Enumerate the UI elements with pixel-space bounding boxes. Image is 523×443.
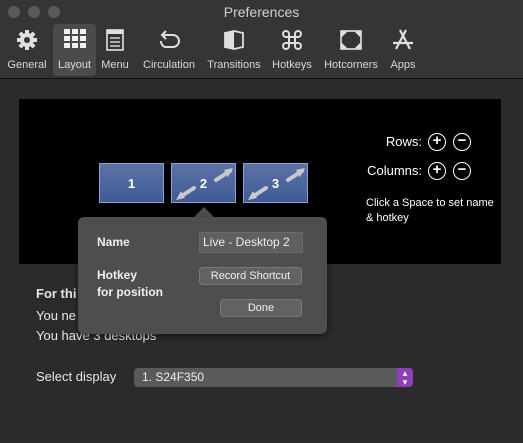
space-number: 3 — [271, 175, 280, 191]
space-tile-2[interactable]: 2 — [171, 163, 236, 203]
info-heading: For thi — [36, 286, 77, 301]
rows-label: Rows: — [385, 134, 422, 149]
toolbar-label: Apps — [390, 59, 416, 71]
space-name-field[interactable]: Live - Desktop 2 — [199, 232, 303, 253]
name-label: Name — [97, 235, 130, 249]
preferences-toolbar: General Layout Menu Circulation Transiti… — [0, 24, 523, 78]
toolbar-menu[interactable]: Menu — [98, 24, 132, 76]
space-tile-3[interactable]: 3 — [243, 163, 308, 203]
toolbar-label: General — [7, 59, 47, 71]
select-chevrons-icon: ▴ ▾ — [397, 368, 413, 387]
cube-icon — [204, 29, 264, 55]
toolbar-label: Circulation — [143, 59, 195, 71]
select-display-label: Select display — [36, 369, 117, 384]
toolbar-general[interactable]: General — [3, 24, 51, 76]
toolbar-label: Hotcorners — [324, 59, 378, 71]
toolbar-label: Menu — [101, 59, 129, 71]
info-line-1: You ne — [36, 308, 77, 323]
record-shortcut-button[interactable]: Record Shortcut — [199, 267, 302, 285]
done-button[interactable]: Done — [220, 299, 302, 317]
columns-add-button[interactable]: + — [428, 162, 446, 180]
rows-remove-button[interactable]: − — [453, 133, 471, 151]
columns-label: Columns: — [367, 163, 422, 178]
display-select[interactable]: 1. S24F350 ▴ ▾ — [134, 368, 413, 387]
toolbar-apps[interactable]: Apps — [386, 24, 420, 76]
space-number: 1 — [127, 175, 136, 191]
gear-icon — [3, 29, 51, 55]
space-number: 2 — [199, 175, 208, 191]
grid-icon — [53, 29, 96, 55]
display-select-value: 1. S24F350 — [142, 370, 205, 384]
circular-arrow-icon — [138, 29, 200, 55]
toolbar-transitions[interactable]: Transitions — [204, 24, 264, 76]
toolbar-hotkeys[interactable]: Hotkeys — [268, 24, 316, 76]
menu-list-icon — [98, 29, 132, 55]
toolbar-label: Layout — [57, 59, 92, 71]
toolbar-hotcorners[interactable]: Hotcorners — [320, 24, 382, 76]
toolbar-circulation[interactable]: Circulation — [138, 24, 200, 76]
toolbar-layout[interactable]: Layout — [53, 24, 96, 76]
toolbar-label: Transitions — [207, 59, 261, 71]
corners-icon — [320, 29, 382, 55]
hotkey-label-line-1: Hotkey — [97, 268, 138, 282]
title-bar: Preferences General Layout Menu Circulat… — [0, 0, 523, 79]
space-tile-1[interactable]: 1 — [99, 163, 164, 203]
rows-add-button[interactable]: + — [428, 133, 446, 151]
app-store-icon — [386, 29, 420, 55]
hotkey-label-line-2: for position — [97, 285, 163, 299]
popover-arrow — [194, 207, 214, 217]
columns-remove-button[interactable]: − — [453, 162, 471, 180]
toolbar-label: Hotkeys — [272, 59, 312, 71]
window-title: Preferences — [223, 4, 300, 20]
space-hint-text: Click a Space to set name & hotkey — [366, 197, 494, 224]
command-key-icon — [268, 29, 316, 55]
